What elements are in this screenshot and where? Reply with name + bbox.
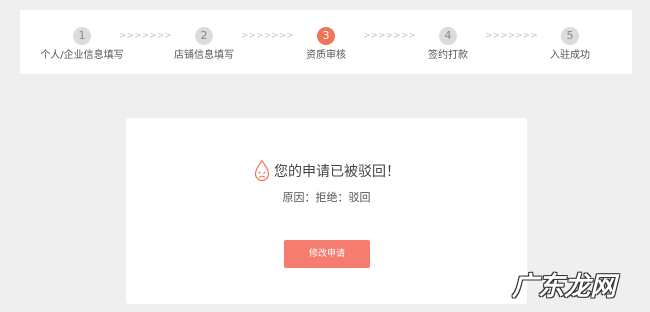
step-1: 1 个人/企业信息填写 (22, 10, 142, 74)
step-1-number: 1 (73, 27, 91, 45)
reject-reason: 原因：拒绝：驳回 (282, 191, 371, 204)
reject-message-row: 您的申请已被驳回！ (126, 158, 527, 184)
step-2-label: 店铺信息填写 (174, 50, 234, 61)
modify-application-button[interactable]: 修改申请 (284, 240, 370, 268)
reject-title: 您的申请已被驳回！ (274, 164, 400, 180)
step-4-label: 签约打款 (428, 50, 468, 61)
review-result-card: 您的申请已被驳回！ 原因：拒绝：驳回 修改申请 (126, 118, 527, 304)
step-2: 2 店铺信息填写 (144, 10, 264, 74)
step-3-label: 资质审核 (306, 50, 346, 61)
step-5: 5 入驻成功 (510, 10, 630, 74)
step-5-label: 入驻成功 (550, 50, 590, 61)
watermark-text: 广东龙网 (511, 272, 616, 302)
progress-steps-bar: 1 个人/企业信息填写 >>>>>>> 2 店铺信息填写 >>>>>>> 3 资… (20, 10, 632, 74)
step-3-number: 3 (317, 27, 335, 45)
drop-icon (254, 159, 270, 182)
step-2-number: 2 (195, 27, 213, 45)
step-4-number: 4 (439, 27, 457, 45)
step-4: 4 签约打款 (388, 10, 508, 74)
step-3: 3 资质审核 (266, 10, 386, 74)
step-1-label: 个人/企业信息填写 (40, 50, 124, 61)
step-5-number: 5 (561, 27, 579, 45)
